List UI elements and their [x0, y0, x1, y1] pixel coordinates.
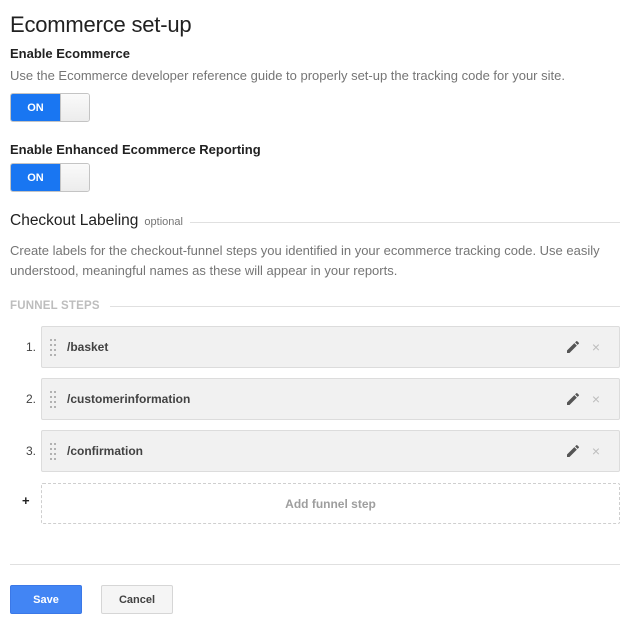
optional-tag: optional [144, 216, 183, 228]
close-icon[interactable]: × [589, 391, 603, 407]
close-icon[interactable]: × [589, 443, 603, 459]
plus-icon: + [22, 493, 30, 508]
funnel-step[interactable]: /confirmation × [41, 430, 620, 472]
step-number: 2. [25, 392, 36, 406]
enable-ecommerce-label: Enable Ecommerce [10, 46, 130, 61]
toggle-on-label: ON [11, 94, 60, 121]
funnel-step-label: /confirmation [67, 444, 144, 458]
checkout-labeling-heading: Checkout Labeling optional [10, 212, 183, 230]
step-number: 1. [25, 340, 36, 354]
pencil-icon[interactable] [565, 339, 581, 355]
funnel-step-label: /customerinformation [67, 392, 191, 406]
drag-handle-icon[interactable] [50, 443, 56, 460]
divider [10, 564, 620, 565]
page-title: Ecommerce set-up [10, 12, 192, 37]
toggle-knob [60, 94, 89, 121]
add-funnel-step-button[interactable]: Add funnel step [41, 483, 620, 524]
enable-ecommerce-help: Use the Ecommerce developer reference gu… [10, 68, 565, 83]
checkout-labeling-help: Create labels for the checkout-funnel st… [10, 243, 600, 278]
save-button[interactable]: Save [10, 585, 82, 614]
funnel-steps-title: FUNNEL STEPS [10, 300, 100, 312]
toggle-on-label: ON [11, 164, 60, 191]
drag-handle-icon[interactable] [50, 391, 56, 408]
cancel-button[interactable]: Cancel [101, 585, 173, 614]
enable-ecommerce-toggle[interactable]: ON [10, 93, 90, 122]
divider [110, 306, 620, 307]
funnel-step-label: /basket [67, 340, 109, 354]
enhanced-reporting-toggle[interactable]: ON [10, 163, 90, 192]
funnel-step[interactable]: /basket × [41, 326, 620, 368]
divider [190, 222, 620, 223]
step-number: 3. [25, 444, 36, 458]
pencil-icon[interactable] [565, 391, 581, 407]
close-icon[interactable]: × [589, 339, 603, 355]
pencil-icon[interactable] [565, 443, 581, 459]
drag-handle-icon[interactable] [50, 339, 56, 356]
checkout-labeling-title: Checkout Labeling [10, 212, 139, 229]
enhanced-reporting-label: Enable Enhanced Ecommerce Reporting [10, 142, 261, 157]
funnel-step[interactable]: /customerinformation × [41, 378, 620, 420]
toggle-knob [60, 164, 89, 191]
